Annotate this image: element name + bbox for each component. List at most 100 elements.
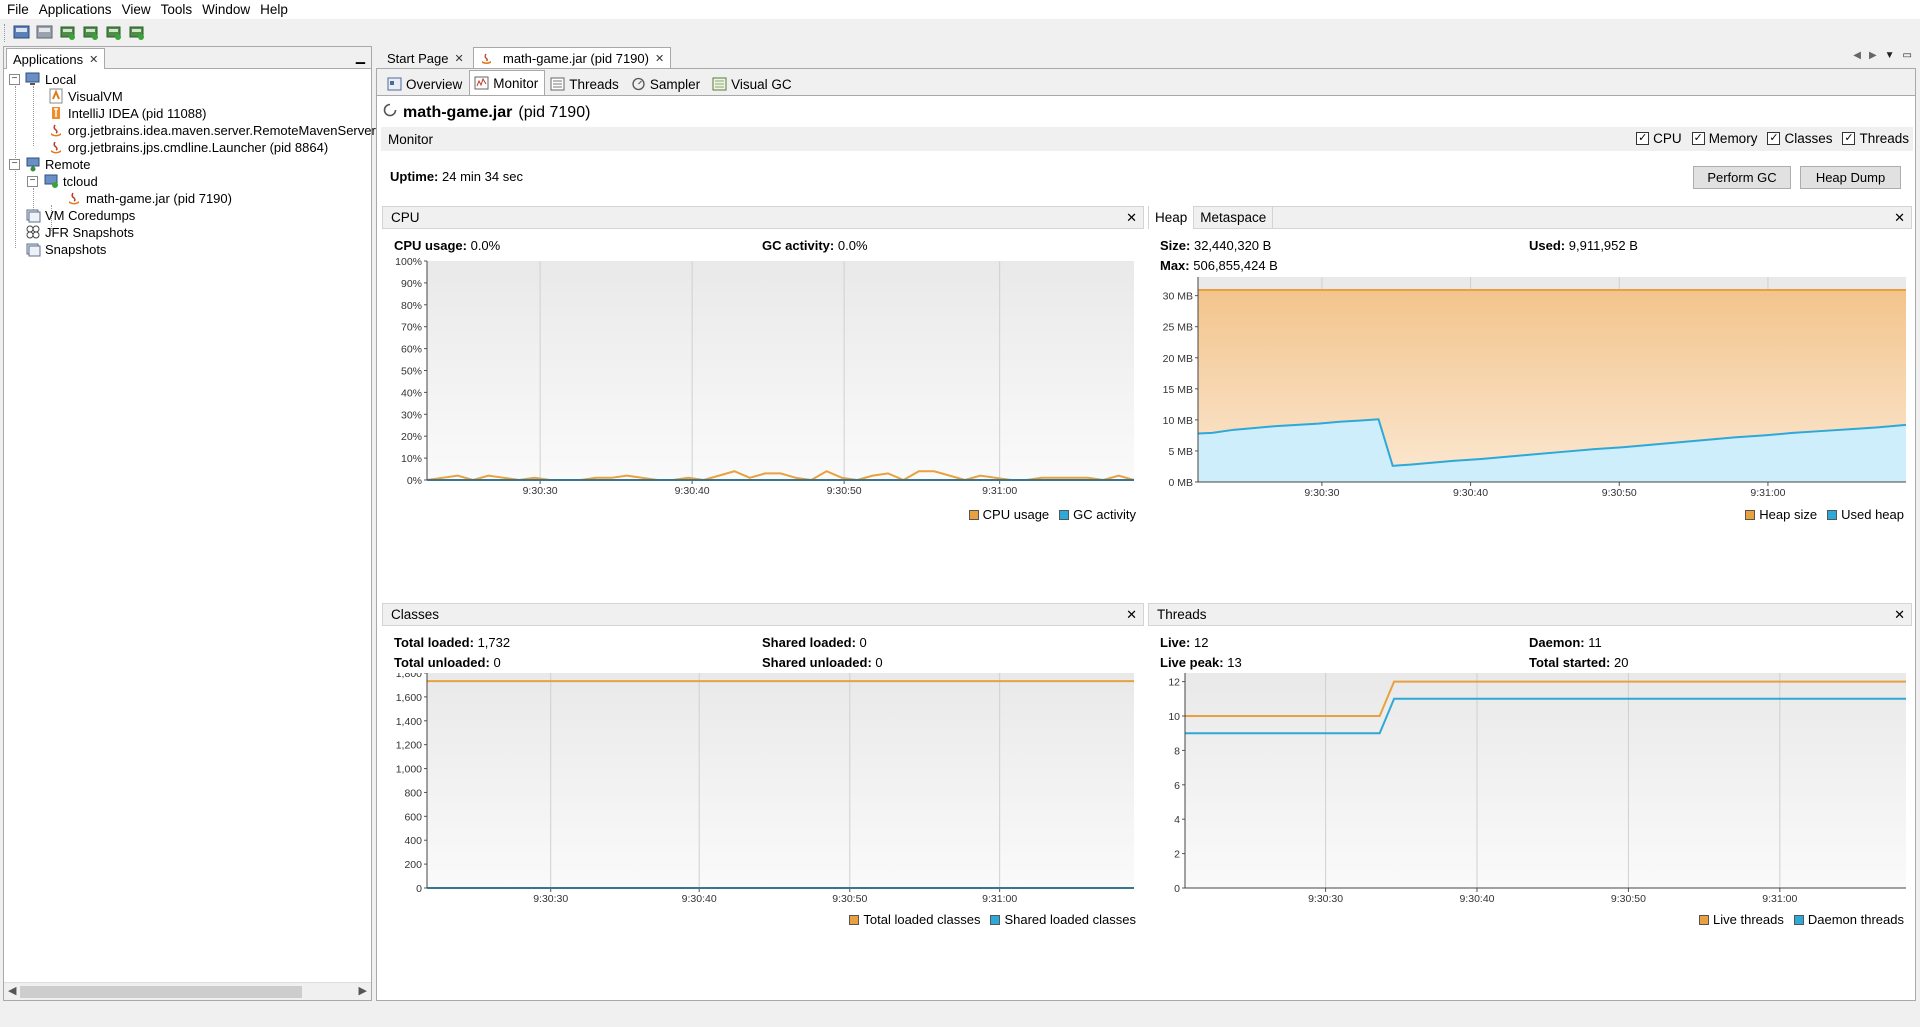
menu-file[interactable]: File	[3, 2, 35, 17]
close-icon[interactable]: ✕	[1126, 210, 1137, 226]
add-heap-dump-icon[interactable]	[127, 23, 146, 42]
snapshots-icon	[25, 241, 41, 257]
intellij-icon	[48, 105, 64, 121]
legend-label: CPU usage	[982, 507, 1050, 522]
tab-list-dropdown-icon[interactable]: ▼	[1885, 50, 1895, 61]
tab-start-page[interactable]: Start Page ✕	[380, 47, 471, 68]
tab-label: Visual GC	[731, 76, 792, 92]
classes-checkbox[interactable]: ✓ Classes	[1767, 131, 1832, 146]
stat-value: 20	[1614, 655, 1629, 670]
collapse-toggle[interactable]: −	[27, 175, 38, 187]
tree-label: org.jetbrains.jps.cmdline.Launcher (pid …	[68, 139, 329, 155]
close-icon[interactable]: ✕	[454, 52, 463, 65]
y-tick-label: 60%	[401, 344, 422, 356]
tab-math-game[interactable]: math-game.jar (pid 7190) ✕	[473, 47, 672, 68]
java-icon	[480, 52, 493, 65]
x-tick-label: 9:30:40	[1459, 893, 1494, 905]
legend-swatch	[1699, 914, 1710, 925]
legend-item: CPU usage	[968, 507, 1050, 522]
add-jmx-connection-icon[interactable]	[81, 23, 100, 42]
tab-overview[interactable]: Overview	[382, 72, 469, 95]
tab-label: math-game.jar (pid 7190)	[503, 50, 649, 66]
x-tick-label: 9:31:00	[982, 893, 1017, 905]
x-tick-label: 9:30:50	[1602, 487, 1637, 499]
close-icon[interactable]: ✕	[655, 52, 664, 65]
tab-label: Sampler	[649, 76, 701, 92]
live-peak-stat: Live peak: 13	[1160, 655, 1242, 670]
stat-label: Shared unloaded:	[762, 655, 872, 670]
y-tick-label: 0%	[407, 475, 422, 487]
scrollbar-thumb[interactable]	[20, 986, 302, 998]
scroll-tabs-right-icon[interactable]: ▶	[1869, 50, 1877, 61]
view-tabs: Overview Monitor Threads Sampler Visual …	[377, 69, 1915, 96]
menu-help[interactable]: Help	[256, 2, 294, 17]
tab-visual-gc[interactable]: Visual GC	[707, 72, 799, 95]
threads-legend: Live threads Daemon threads	[1699, 912, 1904, 927]
checkbox-checked-icon: ✓	[1691, 132, 1705, 145]
scroll-left-icon[interactable]: ◀	[8, 984, 16, 997]
menu-window[interactable]: Window	[198, 2, 256, 17]
x-tick-label: 9:30:50	[1611, 893, 1646, 905]
cpu-checkbox[interactable]: ✓ CPU	[1636, 131, 1682, 146]
legend-label: Daemon threads	[1807, 912, 1904, 927]
legend-swatch	[990, 914, 1001, 925]
stat-value: 13	[1227, 655, 1242, 670]
y-tick-label: 1,000	[396, 764, 422, 776]
menu-view[interactable]: View	[118, 2, 157, 17]
threads-panel: Threads ✕ Live: 12 Daemon: 11 Live peak:…	[1148, 603, 1912, 933]
y-tick-label: 40%	[401, 387, 422, 399]
close-icon[interactable]: ✕	[1894, 210, 1905, 226]
stat-value: 0	[875, 655, 883, 670]
close-icon[interactable]: ✕	[1894, 607, 1905, 623]
toolbar-grip	[4, 23, 8, 42]
scroll-right-icon[interactable]: ▶	[359, 984, 367, 997]
add-coredump-icon[interactable]	[104, 23, 123, 42]
x-tick-label: 9:30:30	[1308, 893, 1343, 905]
horizontal-scrollbar[interactable]: ◀ ▶	[4, 982, 371, 1000]
tab-threads[interactable]: Threads	[545, 72, 626, 95]
plot-background	[427, 673, 1134, 888]
maximize-icon[interactable]: ▭	[1903, 50, 1912, 61]
computer-icon	[25, 71, 41, 87]
menu-tools[interactable]: Tools	[157, 2, 199, 17]
tree-connector	[33, 86, 34, 146]
collapse-toggle[interactable]: −	[9, 73, 20, 85]
memory-checkbox[interactable]: ✓ Memory	[1691, 131, 1757, 146]
heap-dump-button[interactable]: Heap Dump	[1800, 166, 1901, 189]
add-remote-host-icon[interactable]	[58, 23, 77, 42]
tab-sampler[interactable]: Sampler	[626, 72, 707, 95]
threads-checkbox[interactable]: ✓ Threads	[1842, 131, 1909, 146]
uptime-label: Uptime:	[390, 169, 439, 184]
stat-label: Used:	[1529, 238, 1566, 253]
plot-background	[427, 261, 1134, 480]
y-tick-label: 80%	[401, 300, 422, 312]
minimize-icon[interactable]: ▁	[356, 50, 365, 64]
y-tick-label: 70%	[401, 322, 422, 334]
y-tick-label: 20%	[401, 431, 422, 443]
tab-applications[interactable]: Applications ✕	[6, 48, 106, 69]
x-tick-label: 9:30:40	[1453, 487, 1488, 499]
load-application-dump-icon[interactable]	[12, 23, 31, 42]
tab-monitor[interactable]: Monitor	[469, 70, 546, 95]
menu-applications[interactable]: Applications	[35, 2, 118, 17]
load-snapshot-icon[interactable]	[35, 23, 54, 42]
tree-node-snapshots[interactable]: Snapshots	[25, 239, 106, 259]
close-icon[interactable]: ✕	[89, 53, 98, 66]
x-tick-label: 9:30:40	[682, 893, 717, 905]
stat-value: 9,911,952 B	[1568, 238, 1638, 253]
tab-heap[interactable]: Heap	[1149, 206, 1195, 229]
perform-gc-button[interactable]: Perform GC	[1693, 166, 1791, 189]
scroll-tabs-left-icon[interactable]: ◀	[1853, 50, 1861, 61]
close-icon[interactable]: ✕	[1126, 607, 1137, 623]
uptime-value: 24 min 34 sec	[442, 169, 523, 184]
tab-metaspace[interactable]: Metaspace	[1194, 206, 1274, 229]
heap-legend: Heap size Used heap	[1745, 507, 1904, 522]
tree-label: IntelliJ IDEA (pid 11088)	[68, 105, 207, 121]
collapse-toggle[interactable]: −	[9, 158, 20, 170]
y-tick-label: 0	[1174, 883, 1180, 895]
legend-swatch	[968, 509, 979, 520]
stat-label: CPU usage:	[394, 238, 467, 253]
classes-chart: 0 200 400 600 800 1,000 1,200 1,400 1,600 1,800 9:…	[396, 673, 1134, 905]
tree-label: Snapshots	[45, 241, 107, 257]
applications-tree: − Local VisualVM IntelliJ IDEA (pid 1108…	[4, 69, 376, 982]
